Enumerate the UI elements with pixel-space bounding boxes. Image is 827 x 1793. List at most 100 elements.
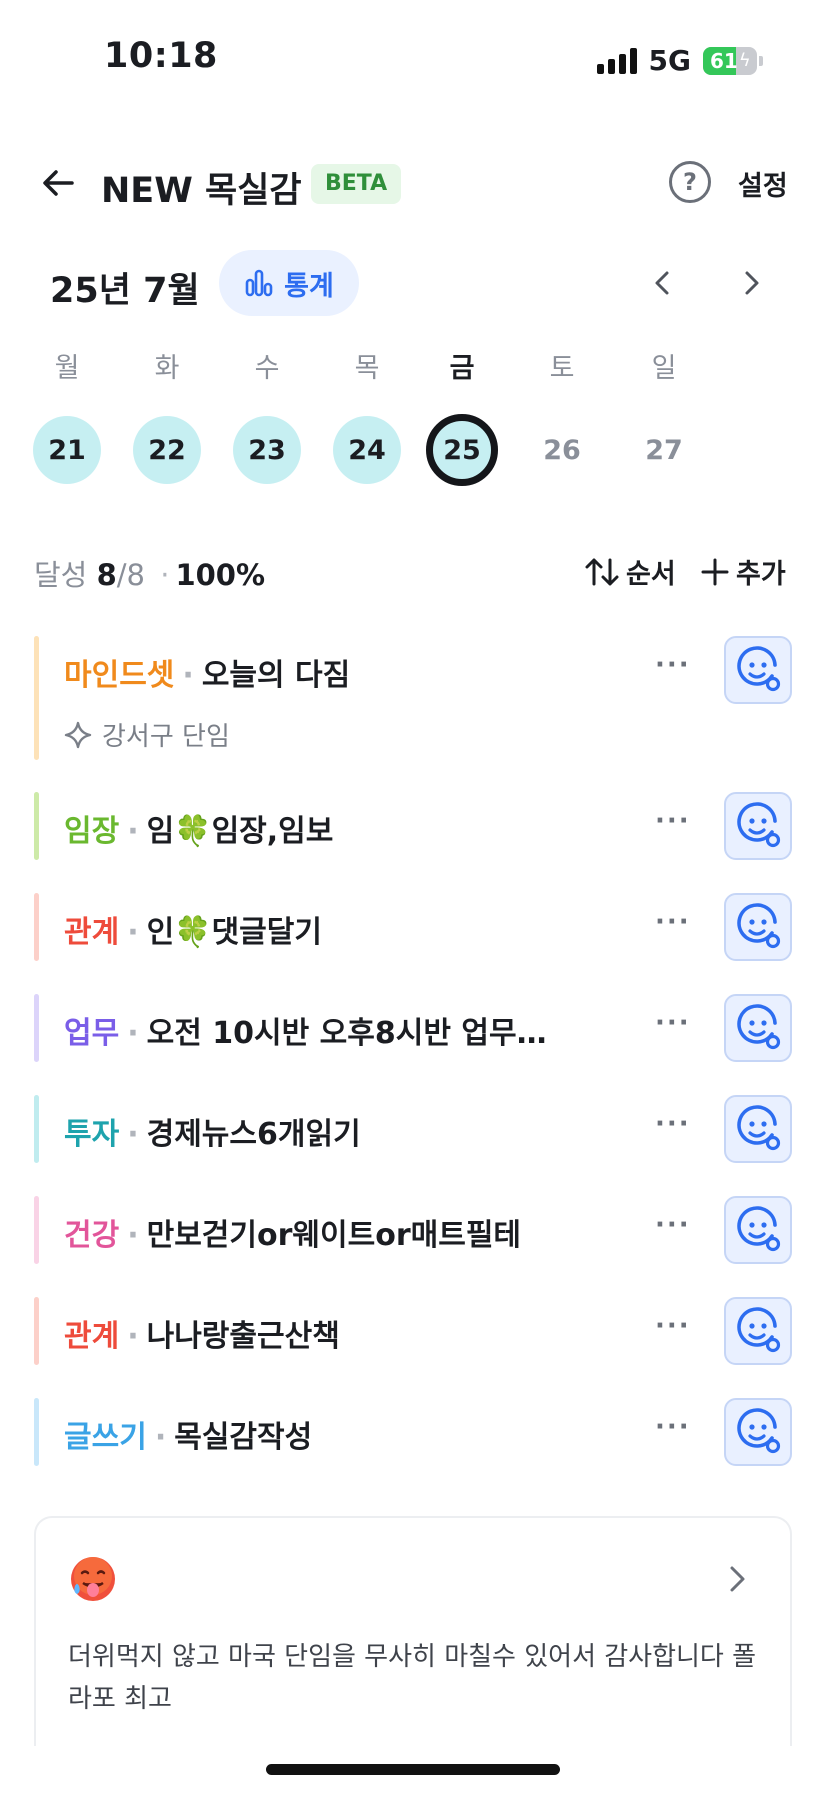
day-date[interactable]: 24 [333, 416, 401, 484]
habit-category: 업무 [64, 1016, 120, 1051]
stats-button[interactable]: 통계 [219, 250, 359, 316]
habit-category: 임장 [64, 814, 120, 849]
habit-heading: 건강 · 만보걷기or웨이트or매트필테 [64, 1210, 521, 1254]
habit-color-bar [34, 994, 39, 1062]
prev-week-button[interactable] [646, 266, 680, 300]
day-name: 월 [54, 353, 80, 384]
arrow-left-icon [43, 170, 74, 196]
memo-text: 더위먹지 않고 마국 단임을 무사히 마칠수 있어서 감사합니다 폴라포 최고 [68, 1642, 757, 1714]
habit-check-button[interactable] [724, 1095, 792, 1163]
habit-check-button[interactable] [724, 1398, 792, 1466]
day-column[interactable]: 목 24 [329, 352, 405, 484]
day-date[interactable]: 27 [630, 416, 698, 484]
habit-category: 마인드셋 [64, 658, 175, 693]
habit-heading: 관계 · 인🍀댓글달기 [64, 907, 322, 951]
habit-check-button[interactable] [724, 893, 792, 961]
add-label: 추가 [736, 559, 786, 590]
habit-heading: 임장 · 임🍀임장,임보 [64, 806, 333, 850]
stats-label: 통계 [284, 270, 334, 302]
charging-bolt-icon: ϟ [738, 50, 751, 71]
order-button[interactable]: 순서 [584, 552, 676, 591]
day-column[interactable]: 수 23 [229, 352, 305, 484]
battery-icon: 61 ϟ [703, 46, 763, 75]
progress-dot: · [160, 558, 170, 592]
habit-title: 만보걷기or웨이트or매트필테 [146, 1218, 522, 1253]
back-button[interactable] [36, 160, 82, 206]
day-name: 일 [651, 353, 677, 384]
habit-row[interactable]: 관계 · 나나랑출근산책 ··· [0, 1297, 827, 1365]
habit-separator: · [127, 1218, 139, 1253]
battery-level: 61 [710, 48, 738, 73]
add-button[interactable]: 추가 [700, 552, 786, 591]
header: NEW 목실감 BETA ? 설정 [0, 150, 827, 220]
habit-row[interactable]: 관계 · 인🍀댓글달기 ··· [0, 893, 827, 961]
habit-check-button[interactable] [724, 1297, 792, 1365]
habit-title: 인🍀댓글달기 [146, 915, 322, 950]
habit-title: 오전 10시반 오후8시반 업무 리마… [146, 1016, 554, 1051]
progress-row: 달성 8/8 · 100% 순서 추가 [0, 548, 827, 594]
habit-category: 투자 [64, 1117, 120, 1152]
day-column[interactable]: 금 25 [424, 352, 500, 486]
habit-heading: 글쓰기 · 목실감작성 [64, 1412, 312, 1456]
habit-more-button[interactable]: ··· [655, 907, 691, 937]
habit-row[interactable]: 임장 · 임🍀임장,임보 ··· [0, 792, 827, 860]
smile-check-icon [737, 1105, 781, 1151]
chevron-left-icon [655, 271, 669, 295]
settings-button[interactable]: 설정 [738, 164, 788, 203]
day-date[interactable]: 26 [528, 416, 596, 484]
smile-check-icon [737, 646, 781, 692]
habit-check-button[interactable] [724, 636, 792, 704]
hot-face-emoji-icon [71, 1557, 115, 1601]
progress-percent: 100% [175, 558, 266, 592]
habit-row[interactable]: 건강 · 만보걷기or웨이트or매트필테 ··· [0, 1196, 827, 1264]
smile-check-icon [737, 802, 781, 848]
chevron-right-icon [730, 1566, 745, 1592]
habit-color-bar [34, 1297, 39, 1365]
day-column[interactable]: 일 27 [626, 352, 702, 484]
sort-arrows-icon [585, 558, 619, 585]
next-week-button[interactable] [734, 266, 768, 300]
habit-more-button[interactable]: ··· [655, 1008, 691, 1038]
habit-row[interactable]: 업무·오전 10시반 오후8시반 업무 리마… ··· [0, 994, 827, 1062]
smile-check-icon [737, 903, 781, 949]
battery-cap [759, 55, 763, 66]
habit-separator: · [127, 915, 139, 950]
habit-heading: 관계 · 나나랑출근산책 [64, 1311, 340, 1355]
habit-note-text: 강서구 단임 [102, 722, 230, 752]
day-name: 금 [449, 353, 475, 384]
day-date[interactable]: 25 [426, 414, 498, 486]
habit-row[interactable]: 투자 · 경제뉴스6개읽기 ··· [0, 1095, 827, 1163]
habit-more-button[interactable]: ··· [655, 1311, 691, 1341]
habit-row[interactable]: 마인드셋 · 오늘의 다짐 ··· 강서구 단임 [0, 636, 827, 760]
memo-card[interactable]: 더위먹지 않고 마국 단임을 무사히 마칠수 있어서 감사합니다 폴라포 최고 [34, 1516, 792, 1746]
habit-more-button[interactable]: ··· [655, 806, 691, 836]
habit-separator: · [127, 1117, 139, 1152]
day-name: 토 [549, 353, 575, 384]
habit-more-button[interactable]: ··· [655, 650, 691, 680]
habit-separator: · [154, 1420, 167, 1455]
habit-color-bar [34, 636, 39, 760]
habit-check-button[interactable] [724, 994, 792, 1062]
habit-category: 관계 [64, 915, 120, 950]
day-column[interactable]: 월 21 [29, 352, 105, 484]
habit-more-button[interactable]: ··· [655, 1210, 691, 1240]
habit-color-bar [34, 1398, 39, 1466]
day-date[interactable]: 22 [133, 416, 201, 484]
chevron-right-icon [745, 271, 759, 295]
progress-total: /8 [116, 558, 146, 592]
beta-badge: BETA [311, 164, 402, 204]
habit-more-button[interactable]: ··· [655, 1412, 691, 1442]
habit-row[interactable]: 글쓰기 · 목실감작성 ··· [0, 1398, 827, 1466]
day-column[interactable]: 토 26 [524, 352, 600, 484]
day-date[interactable]: 21 [33, 416, 101, 484]
habit-more-button[interactable]: ··· [655, 1109, 691, 1139]
habit-check-button[interactable] [724, 792, 792, 860]
day-date[interactable]: 23 [233, 416, 301, 484]
help-button[interactable]: ? [669, 161, 711, 203]
habit-check-button[interactable] [724, 1196, 792, 1264]
day-column[interactable]: 화 22 [129, 352, 205, 484]
habit-category: 관계 [64, 1319, 120, 1354]
page-title: NEW 목실감 [101, 171, 302, 211]
progress-done: 8 [96, 558, 117, 592]
habit-separator: · [127, 1319, 139, 1354]
